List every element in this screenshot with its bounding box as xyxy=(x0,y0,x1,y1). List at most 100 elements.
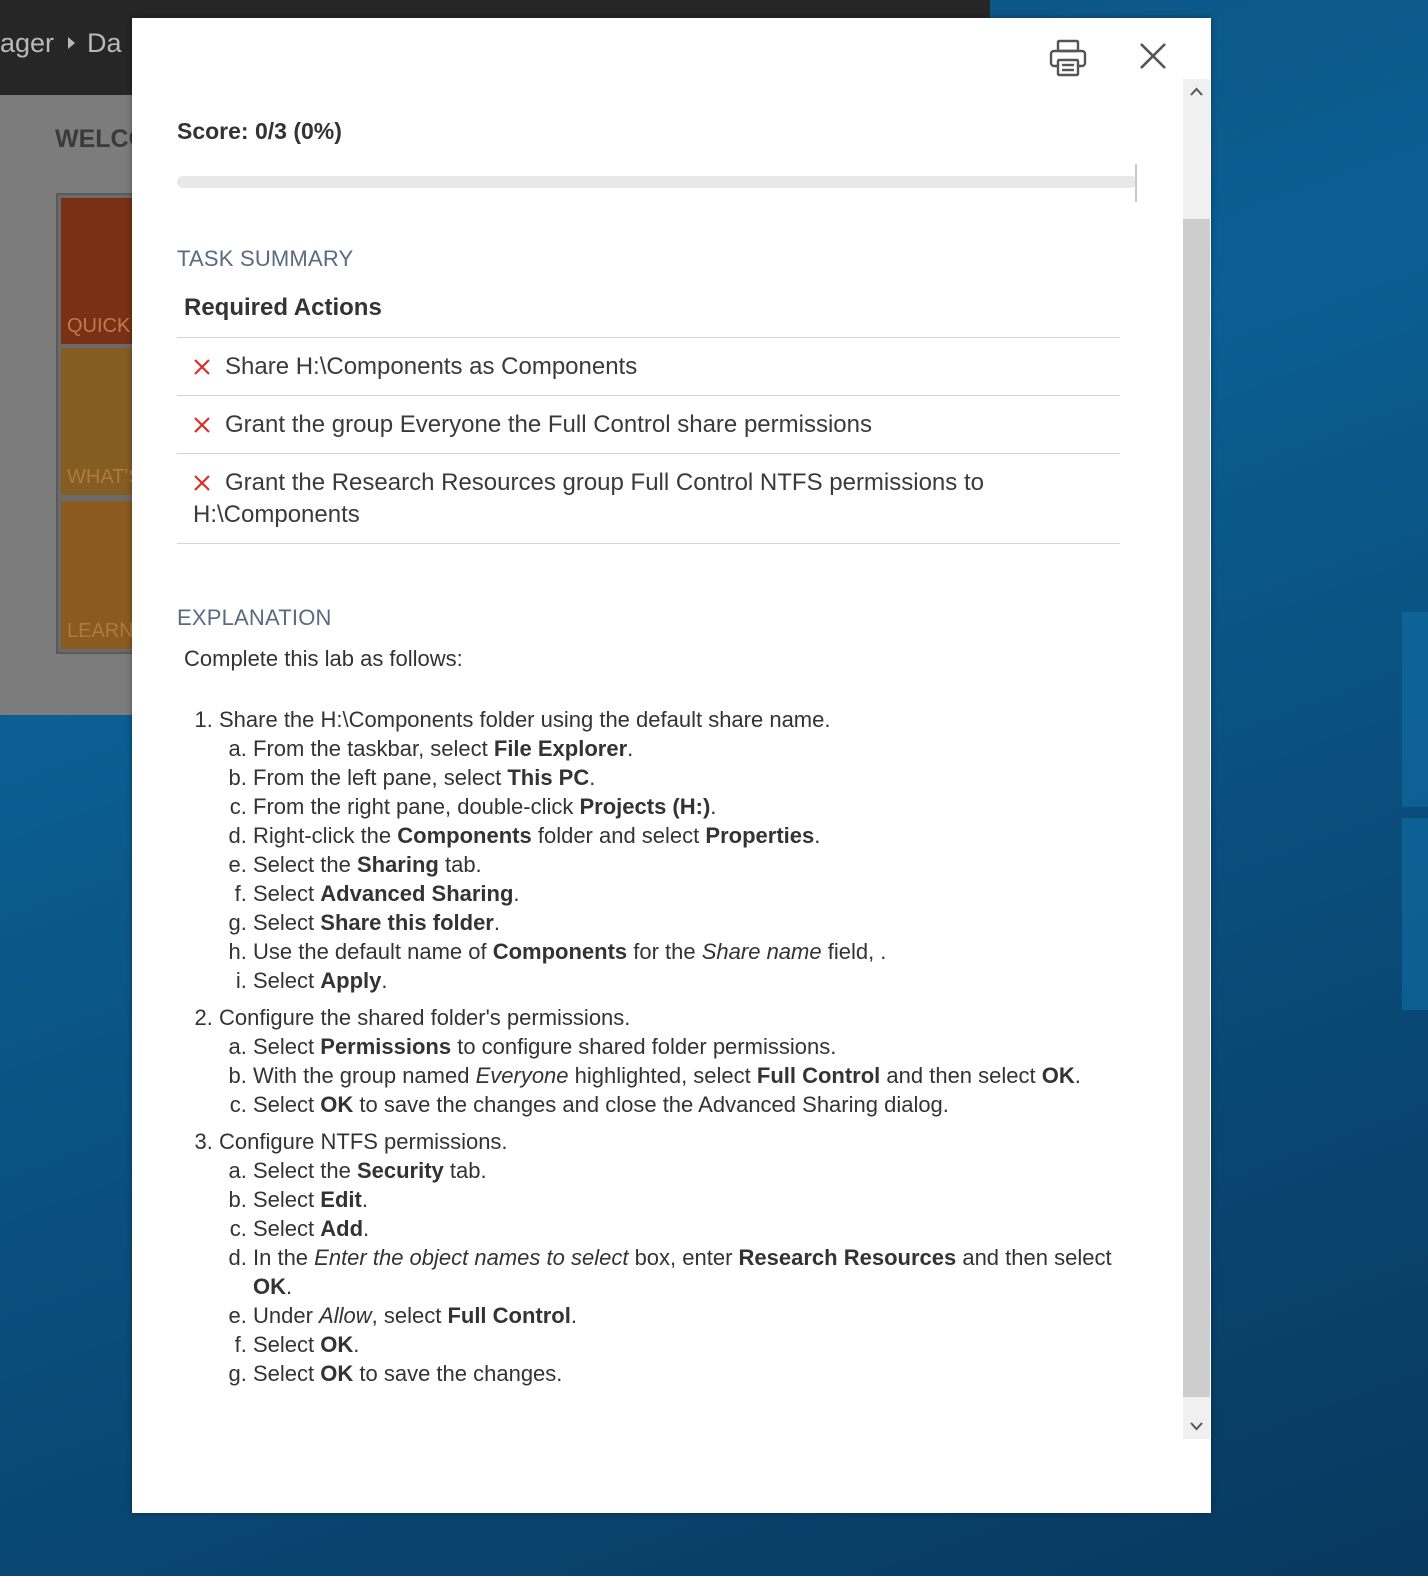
substep-text: and then select xyxy=(880,1063,1042,1088)
substep-item: Select the Security tab. xyxy=(253,1156,1149,1185)
substep-text: Select xyxy=(253,1361,321,1386)
substep-text: OK xyxy=(320,1332,354,1357)
substep-list: Select the Security tab.Select Edit.Sele… xyxy=(219,1156,1149,1388)
task-text: Grant the group Everyone the Full Contro… xyxy=(225,411,872,438)
x-mark-icon xyxy=(194,417,210,433)
substep-text: This PC xyxy=(507,765,590,790)
substep-list: From the taskbar, select File Explorer.F… xyxy=(219,734,1149,995)
explanation-heading: EXPLANATION xyxy=(177,605,332,630)
task-summary-heading: TASK SUMMARY xyxy=(177,246,354,271)
vertical-scrollbar[interactable] xyxy=(1183,79,1210,1439)
substep-text: Everyone xyxy=(475,1063,569,1088)
substep-text: Select the xyxy=(253,1158,357,1183)
substep-item: With the group named Everyone highlighte… xyxy=(253,1061,1149,1090)
scrollbar-thumb[interactable] xyxy=(1183,219,1210,1397)
substep-text: Apply xyxy=(320,968,382,993)
substep-text: box, enter xyxy=(628,1245,739,1270)
substep-item: Select Advanced Sharing. xyxy=(253,879,1149,908)
substep-text: . xyxy=(627,736,634,761)
substep-text: highlighted, select xyxy=(568,1063,757,1088)
substep-text: folder and select xyxy=(531,823,706,848)
breadcrumb-separator-icon xyxy=(68,36,76,49)
step-item: Configure the shared folder's permission… xyxy=(219,1003,1149,1119)
scroll-down-button[interactable] xyxy=(1183,1413,1210,1439)
breadcrumb-item[interactable]: Da xyxy=(87,28,122,58)
substep-text: Select xyxy=(253,968,321,993)
substep-text: . xyxy=(286,1274,293,1299)
substep-text: With the group named xyxy=(253,1063,476,1088)
substep-text: to save the changes and close the Advanc… xyxy=(353,1092,949,1117)
substep-text: . xyxy=(814,823,821,848)
substep-text: . xyxy=(381,968,388,993)
substep-text: Research Resources xyxy=(738,1245,957,1270)
substep-item: Select Edit. xyxy=(253,1185,1149,1214)
substep-text: Under xyxy=(253,1303,320,1328)
scroll-up-button[interactable] xyxy=(1183,79,1210,105)
substep-text: Select the xyxy=(253,852,357,877)
x-mark-icon xyxy=(194,359,210,375)
substep-text: . xyxy=(589,765,596,790)
x-mark-icon xyxy=(194,475,210,491)
substep-text: Share this folder xyxy=(320,910,494,935)
substep-item: Select Permissions to configure shared f… xyxy=(253,1032,1149,1061)
substep-text: Right-click the xyxy=(253,823,398,848)
required-actions-heading: Required Actions xyxy=(184,294,382,321)
substep-text: Select xyxy=(253,881,321,906)
list-item: Share H:\Components as Components xyxy=(177,338,1120,396)
substep-text: From the left pane, select xyxy=(253,765,508,790)
step-item: Share the H:\Components folder using the… xyxy=(219,705,1149,995)
progress-end-marker xyxy=(1135,164,1137,202)
substep-text: . xyxy=(710,794,717,819)
substep-text: . xyxy=(570,1303,577,1328)
chevron-up-icon xyxy=(1190,87,1203,96)
substep-text: for the xyxy=(627,939,702,964)
substep-item: Select OK. xyxy=(253,1330,1149,1359)
substep-text: Share name xyxy=(701,939,822,964)
substep-item: From the taskbar, select File Explorer. xyxy=(253,734,1149,763)
step-title: Configure the shared folder's permission… xyxy=(219,1005,631,1030)
substep-text: and then select xyxy=(956,1245,1112,1270)
close-icon xyxy=(1140,43,1166,69)
substep-text: Add xyxy=(320,1216,364,1241)
substep-text: Select xyxy=(253,1034,321,1059)
substep-list: Select Permissions to configure shared f… xyxy=(219,1032,1149,1119)
substep-item: Select OK to save the changes and close … xyxy=(253,1090,1149,1119)
substep-text: . xyxy=(353,1332,360,1357)
substep-item: In the Enter the object names to select … xyxy=(253,1243,1149,1301)
substep-item: Select Apply. xyxy=(253,966,1149,995)
substep-text: . xyxy=(1074,1063,1081,1088)
substep-item: Right-click the Components folder and se… xyxy=(253,821,1149,850)
substep-item: Select OK to save the changes. xyxy=(253,1359,1149,1388)
substep-text: OK xyxy=(320,1361,354,1386)
list-item: Grant the Research Resources group Full … xyxy=(177,454,1120,544)
substep-text: Advanced Sharing xyxy=(320,881,514,906)
substep-text: . xyxy=(363,1216,370,1241)
substep-text: , select xyxy=(371,1303,448,1328)
substep-text: Enter the object names to select xyxy=(314,1245,629,1270)
task-list: Share H:\Components as Components Grant … xyxy=(177,337,1120,544)
printer-icon xyxy=(1049,39,1087,77)
substep-text: . xyxy=(513,881,520,906)
task-text: Grant the Research Resources group Full … xyxy=(193,469,984,528)
explanation-steps: Share the H:\Components folder using the… xyxy=(197,705,1149,1396)
substep-text: Projects (H:) xyxy=(579,794,711,819)
substep-text: Full Control xyxy=(447,1303,571,1328)
substep-text: Use the default name of xyxy=(253,939,493,964)
breadcrumb-item[interactable]: ager xyxy=(0,28,54,58)
print-button[interactable] xyxy=(1048,38,1088,78)
substep-text: Select xyxy=(253,1332,321,1357)
substep-text: tab. xyxy=(438,852,482,877)
substep-text: Permissions xyxy=(320,1034,452,1059)
close-button[interactable] xyxy=(1132,35,1174,77)
step-title: Configure NTFS permissions. xyxy=(219,1129,508,1154)
substep-text: . xyxy=(493,910,500,935)
explanation-intro: Complete this lab as follows: xyxy=(184,646,463,671)
tile-label: WHAT'S xyxy=(67,466,142,488)
substep-text: to save the changes. xyxy=(353,1361,563,1386)
substep-item: Select Add. xyxy=(253,1214,1149,1243)
substep-text: Edit xyxy=(320,1187,362,1212)
substep-text: OK xyxy=(1041,1063,1075,1088)
substep-item: From the right pane, double-click Projec… xyxy=(253,792,1149,821)
chevron-down-icon xyxy=(1190,1422,1203,1431)
desktop-logo-fragment xyxy=(1402,612,1428,807)
